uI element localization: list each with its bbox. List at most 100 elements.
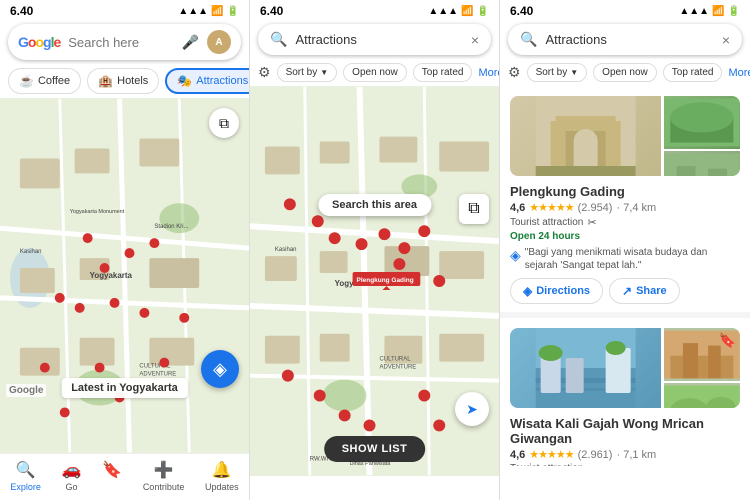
rating-num-kali: 4,6	[510, 449, 525, 461]
layers-fab-2[interactable]: ⧉	[459, 194, 489, 224]
go-icon: 🚗	[62, 460, 82, 480]
nav-contribute[interactable]: ➕ Contribute	[143, 460, 185, 492]
nav-contribute-label: Contribute	[143, 482, 185, 492]
signal-icon-3: ▲▲▲	[679, 6, 709, 17]
attractions-icon: 🎭	[177, 74, 192, 88]
layers-button[interactable]: ⧉	[209, 108, 239, 138]
save-icon-plengkung[interactable]: 🔖	[729, 96, 740, 176]
signal-icon-2: ▲▲▲	[428, 6, 458, 17]
avatar[interactable]: A	[207, 30, 231, 54]
filter-open-now[interactable]: Open now	[343, 63, 407, 82]
filter-top-rated-3[interactable]: Top rated	[663, 63, 723, 82]
distance-kali: · 7,1 km	[616, 449, 656, 461]
search-placeholder: Search here	[68, 35, 173, 50]
panel-1-map: 6.40 ▲▲▲ 📶 🔋 Google Search here 🎤 A ☕ Co…	[0, 0, 250, 500]
result-review-plengkung: ◈ "Bagi yang menikmati wisata budaya dan…	[510, 246, 740, 272]
category-bar: ☕ Coffee 🏨 Hotels 🎭 Attractions 🛒 Grocer…	[0, 64, 249, 98]
sort-label-3: Sort by	[536, 67, 568, 78]
location-button[interactable]: ◈	[201, 350, 239, 388]
search-bar-3[interactable]: 🔍 Attractions ×	[508, 24, 742, 55]
layers-icon: ⧉	[219, 115, 229, 132]
svg-text:Plengkung Gading: Plengkung Gading	[357, 277, 414, 284]
map-area-2[interactable]: Yogyakarta CULTURAL ADVENTURE Kasihan RW…	[250, 86, 499, 476]
explore-icon: 🔍	[16, 460, 36, 480]
clear-button-2[interactable]: ×	[471, 32, 479, 48]
cat-hotels-label: Hotels	[117, 75, 148, 87]
cat-hotels[interactable]: 🏨 Hotels	[87, 68, 159, 94]
nav-explore-label: Explore	[10, 482, 41, 492]
google-footer: Google	[6, 384, 46, 397]
map-area-1[interactable]: Yogyakarta Kasihan Stadion Kri... Taman …	[0, 98, 249, 453]
directions-button-plengkung[interactable]: ◈ Directions	[510, 278, 603, 304]
svg-text:Kasihan: Kasihan	[20, 249, 42, 255]
svg-text:Dinas Pariwisata: Dinas Pariwisata	[350, 461, 392, 467]
battery-icon-3: 🔋	[728, 6, 740, 17]
result-images-plengkung: 🔖	[510, 96, 740, 176]
search-bar-1[interactable]: Google Search here 🎤 A	[8, 24, 241, 60]
hotel-icon: 🏨	[98, 74, 113, 88]
filter-sort[interactable]: Sort by ▼	[277, 63, 338, 82]
latest-banner: Latest in Yogyakarta	[61, 378, 188, 398]
signal-icon: ▲▲▲	[178, 6, 208, 17]
nav-arrow-fab[interactable]: ➤	[455, 392, 489, 426]
filter-open-now-3[interactable]: Open now	[593, 63, 657, 82]
distance-plengkung: · 7,4 km	[616, 202, 656, 214]
cat-attractions-label: Attractions	[196, 75, 248, 87]
time-1: 6.40	[10, 4, 33, 18]
result-main-image-plengkung	[510, 96, 661, 176]
result-card-kali[interactable]: 🔖 Wisata Kali Gajah Wong Mrican Giwangan…	[500, 318, 750, 466]
saved-icon: 🔖	[102, 460, 122, 480]
svg-text:Kasihan: Kasihan	[275, 247, 297, 253]
search-bar-2[interactable]: 🔍 Attractions ×	[258, 24, 491, 55]
filter-more[interactable]: More	[478, 67, 499, 79]
sort-label: Sort by	[286, 67, 318, 78]
top-rated-label-3: Top rated	[672, 67, 714, 78]
share-button-plengkung[interactable]: ↗ Share	[609, 278, 680, 304]
result-rating-plengkung: 4,6 ★★★★★ (2.954) · 7,4 km	[510, 201, 740, 214]
layers-icon-2: ⧉	[468, 200, 479, 218]
nav-explore[interactable]: 🔍 Explore	[10, 460, 41, 492]
cat-attractions[interactable]: 🎭 Attractions	[165, 68, 249, 94]
results-list: 🔖 Plengkung Gading 4,6 ★★★★★ (2.954) · 7…	[500, 86, 750, 466]
filter-sort-3[interactable]: Sort by ▼	[527, 63, 588, 82]
battery-icon-2: 🔋	[477, 6, 489, 17]
svg-text:ADVENTURE: ADVENTURE	[139, 372, 176, 378]
wifi-icon-2: 📶	[461, 6, 473, 17]
nav-go[interactable]: 🚗 Go	[62, 460, 82, 492]
share-label: Share	[636, 285, 667, 297]
mic-icon[interactable]: 🎤	[182, 34, 199, 51]
type-text-kali: Tourist attraction	[510, 463, 583, 466]
nav-updates[interactable]: 🔔 Updates	[205, 460, 239, 492]
save-icon-kali[interactable]: 🔖	[719, 332, 736, 404]
filter-icon-2[interactable]: ⚙	[258, 64, 271, 81]
status-bar-1: 6.40 ▲▲▲ 📶 🔋	[0, 0, 249, 20]
result-rating-kali: 4,6 ★★★★★ (2.961) · 7,1 km	[510, 448, 740, 461]
filter-bar-2: ⚙ Sort by ▼ Open now Top rated More	[250, 59, 499, 86]
nav-updates-label: Updates	[205, 482, 239, 492]
filter-top-rated[interactable]: Top rated	[413, 63, 473, 82]
status-icons-3: ▲▲▲ 📶 🔋	[679, 6, 740, 17]
reviews-kali: (2.961)	[578, 449, 613, 461]
cat-coffee[interactable]: ☕ Coffee	[8, 68, 81, 94]
nav-saved[interactable]: 🔖	[102, 460, 122, 492]
result-card-plengkung[interactable]: 🔖 Plengkung Gading 4,6 ★★★★★ (2.954) · 7…	[500, 86, 750, 318]
nav-arrow-icon: ➤	[466, 401, 478, 418]
search-text-2: Attractions	[295, 32, 462, 47]
result-title-kali: Wisata Kali Gajah Wong Mrican Giwangan	[510, 416, 740, 446]
filter-bar-3: ⚙ Sort by ▼ Open now Top rated More	[500, 59, 750, 86]
filter-icon-3[interactable]: ⚙	[508, 64, 521, 81]
show-list-button[interactable]: SHOW LIST	[324, 436, 426, 462]
svg-text:Yogyakarta Monument: Yogyakarta Monument	[70, 209, 125, 215]
contribute-icon: ➕	[154, 460, 174, 480]
action-row-plengkung: ◈ Directions ↗ Share	[510, 278, 740, 304]
search-area-button[interactable]: Search this area	[318, 194, 431, 216]
search-icon-3: 🔍	[520, 31, 537, 48]
result-type-kali: Tourist attraction	[510, 463, 740, 466]
open-now-label: Open now	[352, 67, 398, 78]
status-bar-2: 6.40 ▲▲▲ 📶 🔋	[250, 0, 499, 20]
time-3: 6.40	[510, 4, 533, 18]
directions-icon: ◈	[523, 284, 532, 298]
result-title-plengkung: Plengkung Gading	[510, 184, 740, 199]
sort-arrow: ▼	[320, 68, 328, 77]
wifi-icon-3: 📶	[712, 6, 724, 17]
